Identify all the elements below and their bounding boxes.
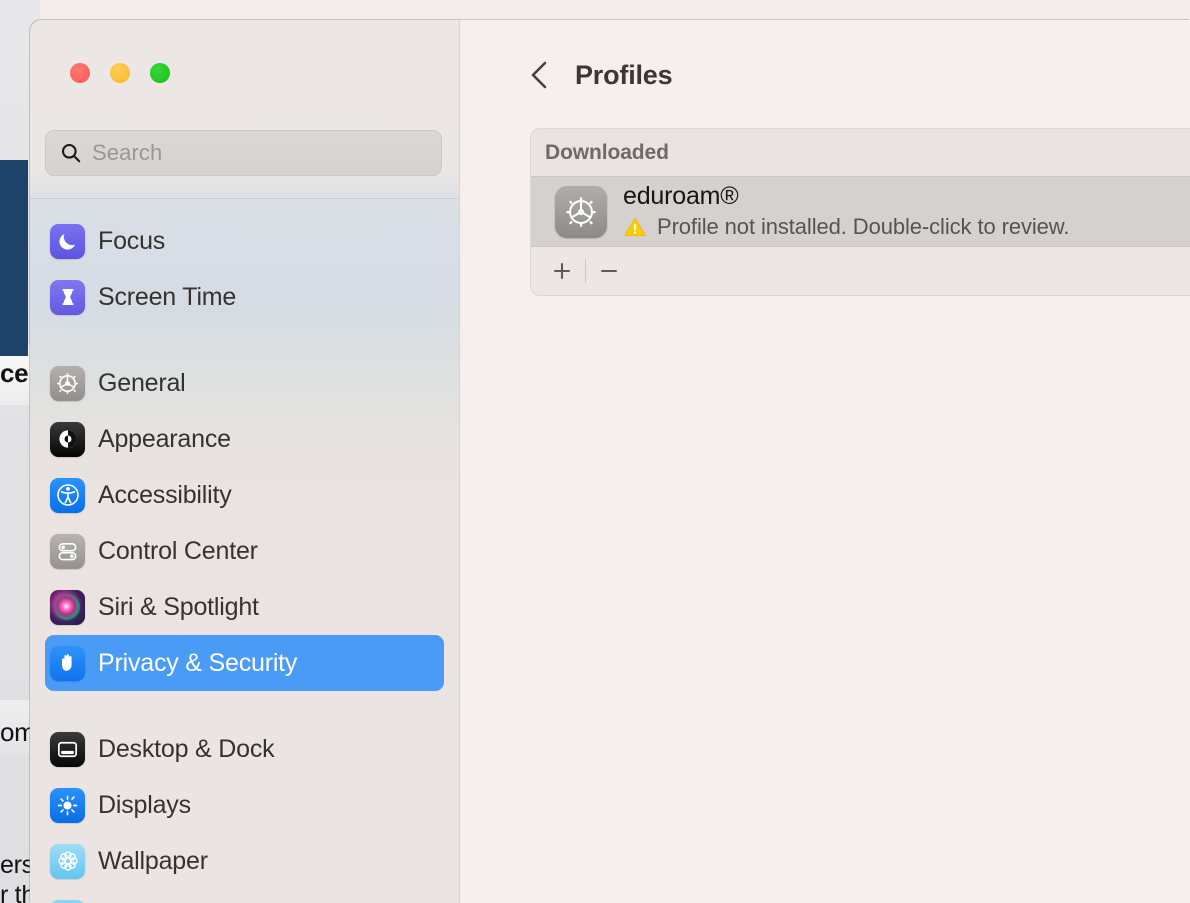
- back-button[interactable]: [524, 58, 554, 92]
- search-placeholder: Search: [92, 140, 163, 165]
- profile-status-text: Profile not installed. Double-click to r…: [657, 214, 1070, 239]
- footer-divider: [585, 259, 586, 283]
- sidebar-item-screen-time[interactable]: Screen Time: [45, 269, 444, 325]
- sidebar-item-focus[interactable]: Focus: [45, 213, 444, 269]
- sidebar-item-label: General: [98, 368, 186, 397]
- screen: ce om ers r th Search Focus Screen Time …: [0, 0, 1190, 903]
- sliders-icon: [50, 533, 85, 569]
- profiles-list-box: Downloaded eduroam® Profile not installe…: [530, 128, 1190, 296]
- sidebar-item-screen-saver[interactable]: Screen Saver: [45, 889, 444, 903]
- sidebar-item-label: Focus: [98, 226, 166, 255]
- contrast-icon: [50, 421, 85, 457]
- sidebar-item-accessibility[interactable]: Accessibility: [45, 467, 444, 523]
- close-button[interactable]: [70, 63, 90, 83]
- sidebar-item-general[interactable]: General: [45, 355, 444, 411]
- moon-icon: [50, 223, 85, 259]
- profile-status-line: Profile not installed. Double-click to r…: [623, 214, 1069, 240]
- sidebar-item-label: Control Center: [98, 536, 258, 565]
- sidebar-item-label: Desktop & Dock: [98, 734, 275, 763]
- profile-name: eduroam®: [623, 182, 739, 210]
- sidebar-item-appearance[interactable]: Appearance: [45, 411, 444, 467]
- sidebar-item-label: Appearance: [98, 424, 231, 453]
- sidebar-item-displays[interactable]: Displays: [45, 777, 444, 833]
- table-row[interactable]: eduroam® Profile not installed. Double-c…: [531, 176, 1190, 247]
- sidebar-item-privacy-security[interactable]: Privacy & Security: [45, 635, 444, 691]
- window-dock-icon: [50, 731, 85, 767]
- screensaver-icon: [50, 899, 85, 903]
- add-profile-button[interactable]: [543, 252, 581, 290]
- sidebar-item-desktop-dock[interactable]: Desktop & Dock: [45, 721, 444, 777]
- gear-icon: [50, 365, 85, 401]
- accessibility-icon: [50, 477, 85, 513]
- sidebar-top-divider: [30, 198, 459, 199]
- background-text-fragment: r th: [0, 881, 30, 903]
- minimize-button[interactable]: [110, 63, 130, 83]
- sidebar-item-label: Wallpaper: [98, 846, 208, 875]
- flower-icon: [50, 843, 85, 879]
- minus-icon: [600, 269, 618, 273]
- sidebar-item-label: Displays: [98, 790, 191, 819]
- background-navy-panel: [0, 160, 28, 356]
- profiles-section-header: Downloaded: [531, 129, 1190, 176]
- brightness-icon: [50, 787, 85, 823]
- sidebar: Search Focus Screen Time General Appeara…: [30, 20, 460, 903]
- zoom-button[interactable]: [150, 63, 170, 83]
- background-text-fragment: om: [0, 717, 30, 747]
- background-text-fragment: ers: [0, 851, 30, 879]
- sidebar-item-label: Siri & Spotlight: [98, 592, 259, 621]
- gear-profile-icon: [555, 185, 607, 238]
- sidebar-item-label: Privacy & Security: [98, 648, 298, 677]
- remove-profile-button[interactable]: [590, 252, 628, 290]
- sidebar-item-siri-spotlight[interactable]: Siri & Spotlight: [45, 579, 444, 635]
- search-input[interactable]: Search: [45, 130, 442, 176]
- plus-icon: [553, 262, 571, 280]
- background-text-fragment: ce: [0, 358, 29, 388]
- profiles-footer-toolbar: [531, 247, 1190, 295]
- siri-orb-icon: [50, 589, 85, 625]
- system-settings-window: Search Focus Screen Time General Appeara…: [30, 20, 1190, 903]
- sidebar-item-label: Screen Time: [98, 282, 237, 311]
- profile-details: eduroam® Profile not installed. Double-c…: [623, 183, 1069, 240]
- sidebar-item-label: Accessibility: [98, 480, 232, 509]
- hourglass-icon: [50, 279, 85, 315]
- window-controls: [70, 63, 170, 83]
- content-toolbar: Profiles: [461, 20, 1190, 130]
- hand-icon: [50, 645, 85, 681]
- page-title: Profiles: [575, 59, 673, 90]
- warning-triangle-icon: [623, 216, 647, 238]
- sidebar-item-wallpaper[interactable]: Wallpaper: [45, 833, 444, 889]
- chevron-left-icon: [531, 61, 547, 89]
- sidebar-item-control-center[interactable]: Control Center: [45, 523, 444, 579]
- sidebar-list[interactable]: Focus Screen Time General Appearance Acc…: [30, 198, 459, 903]
- search-icon: [60, 142, 82, 164]
- content-pane: Profiles Downloaded eduroam® Profile not…: [461, 20, 1190, 903]
